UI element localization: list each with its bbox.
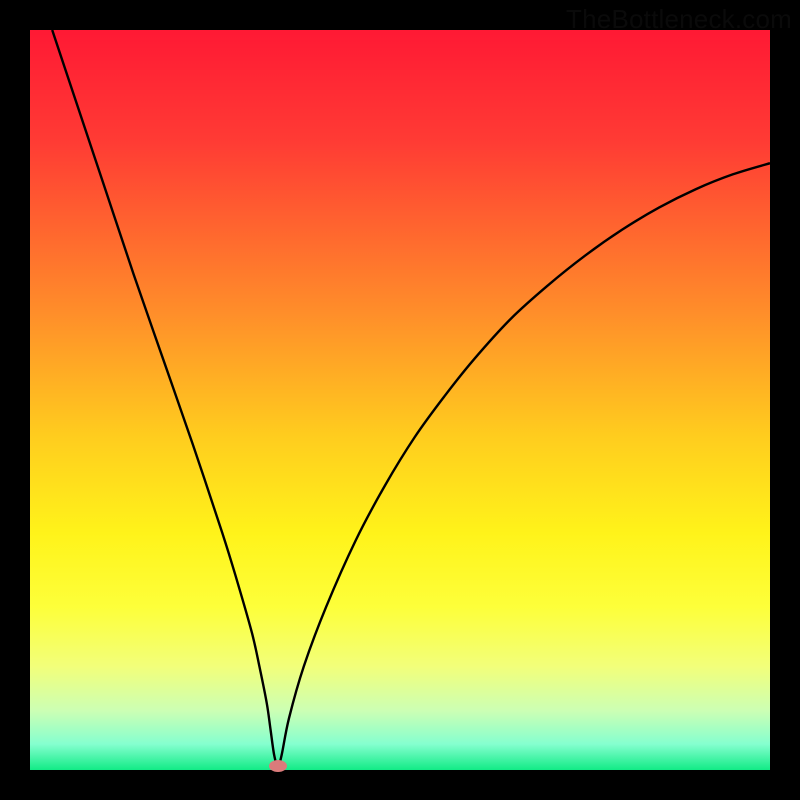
watermark-text: TheBottleneck.com bbox=[566, 4, 792, 35]
bottleneck-curve bbox=[52, 30, 770, 766]
minimum-marker bbox=[269, 760, 287, 772]
chart-frame: TheBottleneck.com bbox=[0, 0, 800, 800]
curve-layer bbox=[30, 30, 770, 770]
plot-area bbox=[30, 30, 770, 770]
